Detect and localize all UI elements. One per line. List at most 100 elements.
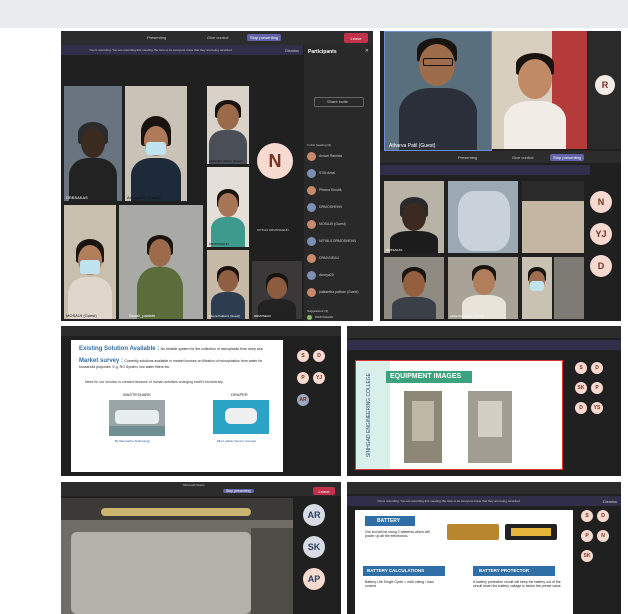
presenter-video: Atharva Patil (Guest) [384, 31, 492, 151]
teams-window-bottom-right: You're recording. You are recording this… [347, 482, 621, 614]
battery-image-2 [505, 524, 557, 540]
participant-name: palkantha pathan (Guest) [319, 290, 359, 294]
meeting-toolbar: Presenting Give control Stop presenting [380, 151, 621, 163]
participant-row[interactable]: DIMOSHAHN [307, 315, 371, 321]
avatar [307, 186, 316, 195]
battery-text: Our bot will be using 2 batteries which … [365, 530, 430, 538]
meeting-toolbar [61, 326, 341, 336]
leave-button[interactable]: Leave [344, 33, 368, 43]
battery-image-1 [447, 524, 499, 540]
video-tile [554, 257, 584, 319]
video-tile: MOSA19 (Guest) [64, 205, 116, 319]
participant-avatar: D [590, 255, 612, 277]
wasteshark-image [109, 400, 165, 436]
meeting-toolbar [347, 326, 621, 338]
image-caption: By Ranmarine Technology [115, 439, 150, 443]
participant-avatar: D [591, 362, 603, 374]
slide-line-2: Market survey : Currently solutions avai… [79, 358, 263, 369]
stop-presenting-button[interactable]: Stop presenting [550, 154, 585, 161]
teams-window-bottom-left: Microsoft Teams Stop presenting Leave AR… [61, 482, 341, 614]
video-tile [448, 181, 518, 253]
participant-row[interactable]: NITINL0 DRMOSHEHN [307, 236, 371, 248]
participant-avatar: AR [303, 504, 325, 526]
participant-avatar: AR [297, 394, 309, 406]
avatar [307, 152, 316, 161]
participant-avatar: SK [575, 382, 587, 394]
participant-name: DRMOSHEHN [319, 205, 342, 209]
battery-protector-text: A battery protection circuit will keep t… [473, 580, 562, 588]
recording-banner [380, 165, 590, 175]
participant-avatar: P [581, 530, 593, 542]
avatar [307, 220, 316, 229]
video-tile: Amayaa12 (Guest) [125, 86, 187, 201]
teams-window-middle-left: Existing Solution Available : No reliabl… [61, 326, 341, 476]
battery-title-box: BATTERY [365, 516, 415, 526]
slide-title-box: EQUIPMENT IMAGES [386, 371, 472, 383]
video-tile [522, 181, 584, 253]
participant-row[interactable]: palkantha pathan (Guest) [307, 287, 371, 299]
participant-avatar: SK [303, 536, 325, 558]
slide-left-stripe [356, 361, 390, 469]
video-tile: DRMOSHEHN [207, 167, 249, 247]
participant-avatar: YJ [590, 223, 612, 245]
video-side-area: R [588, 31, 621, 149]
participant-row[interactable]: Ameya20 [307, 270, 371, 282]
participant-avatar: D [597, 510, 609, 522]
dismiss-button[interactable]: Dismiss [285, 48, 299, 53]
avatar [307, 169, 316, 178]
participant-row[interactable]: DRMVNEAU [307, 253, 371, 265]
participant-avatar: YJ [313, 372, 325, 384]
teams-window-middle-right: SINHGAD ENGINEERING COLLEGE EQUIPMENT IM… [347, 326, 621, 476]
participant-name: STM Amal [319, 171, 336, 175]
slide-line-3: Need for our solution is created because… [85, 380, 224, 384]
video-tile: palkantha pathan (Guest) [448, 257, 518, 319]
video-tile: DRBSAKAS [64, 86, 122, 201]
image-title-draper: DRAPER [231, 392, 248, 397]
draper-image [213, 400, 269, 434]
participants-title: Participants [308, 49, 337, 55]
participant-avatar: R [595, 75, 615, 95]
participant-row[interactable]: STM Amal [307, 168, 371, 180]
participant-avatar: S [581, 510, 593, 522]
give-control-button[interactable]: Give control [207, 35, 228, 40]
stop-presenting-button[interactable]: Stop presenting [247, 34, 282, 41]
in-meeting-header[interactable]: In this meeting (9) [307, 143, 331, 148]
dismiss-button[interactable]: Dismiss [603, 499, 617, 504]
meeting-toolbar [347, 482, 621, 494]
participant-avatar: P [297, 372, 309, 384]
participant-row[interactable]: Pihana Shrutik [307, 185, 371, 197]
participant-name: Pihana Shrutik [319, 188, 342, 192]
window-title: Microsoft Teams [183, 483, 205, 487]
participant-avatar: D [313, 350, 325, 362]
participant-avatar: N [590, 191, 612, 213]
participant-avatar: AP [303, 568, 325, 590]
participant-avatar: S [575, 362, 587, 374]
close-icon[interactable]: ✕ [365, 48, 369, 54]
video-tile: Dezall_paniste [119, 205, 203, 319]
video-tile [522, 257, 552, 319]
suggestions-header[interactable]: Suggestions (4) [307, 309, 328, 314]
meeting-toolbar: Presenting Give control Stop presenting … [61, 31, 373, 45]
participant-avatar-large: N [257, 143, 293, 179]
recording-banner: You're recording. You are recording this… [61, 45, 303, 55]
give-control-button[interactable]: Give control [512, 155, 533, 160]
recording-banner: You're recording. You are recording this… [347, 496, 621, 506]
participant-avatar: D [575, 402, 587, 414]
video-tile: palkantha pathan (Guest) [207, 86, 249, 164]
participant-avatar: P [591, 382, 603, 394]
leave-button[interactable]: Leave [313, 487, 335, 495]
video-tile: DRBSAKAS [384, 181, 444, 253]
image-title-wasteshark: WASTESHARK [123, 392, 151, 397]
participant-row[interactable]: MOSA19 (Guest) [307, 219, 371, 231]
share-invite-button[interactable]: Share invite [314, 97, 364, 107]
video-tile: DRMVNEAU [252, 261, 302, 319]
participant-row[interactable]: Ansari Ramida [307, 151, 371, 163]
video-tile [384, 257, 444, 319]
battery-protector-box: BATTERY PROTECTOR [473, 566, 555, 576]
video-tile: Meera Kulkarni (Guest) [207, 250, 249, 319]
participant-row[interactable]: DRMOSHEHN [307, 202, 371, 214]
participant-name: MOSA19 (Guest) [319, 222, 346, 226]
vertical-college-text: SINHGAD ENGINEERING COLLEGE [366, 373, 372, 458]
presenting-label: Presenting [458, 155, 478, 160]
stop-presenting-button[interactable]: Stop presenting [223, 489, 254, 493]
